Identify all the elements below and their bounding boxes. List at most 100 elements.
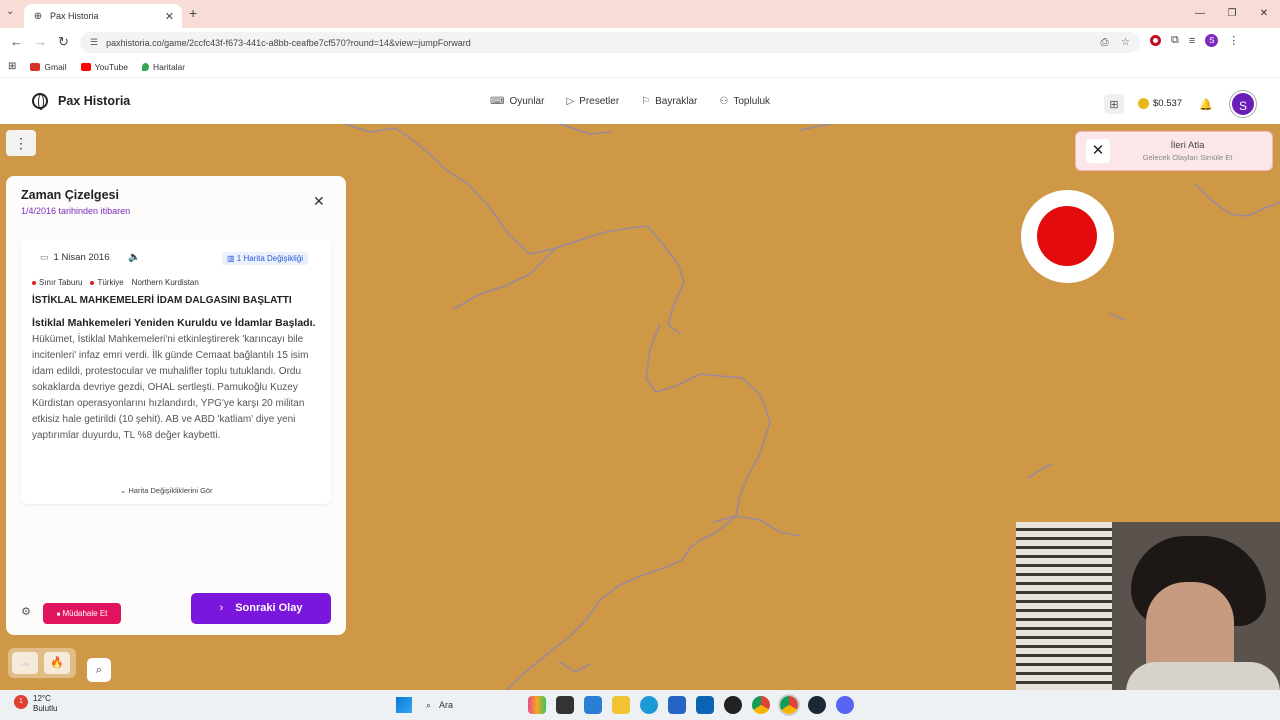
- maps-pin-icon: [142, 62, 149, 71]
- bookmark-label: YouTube: [94, 61, 128, 72]
- restore-icon[interactable]: ❐: [1216, 0, 1248, 28]
- balance-display[interactable]: $0.537: [1138, 98, 1183, 110]
- record-dot-icon: [1037, 206, 1097, 266]
- header-right: ⊞ $0.537 🔔 S: [1104, 91, 1257, 117]
- tab-search-icon[interactable]: ⌄: [6, 6, 14, 17]
- map-icon: ▥: [227, 254, 235, 263]
- bookmark-gmail[interactable]: Gmail: [30, 62, 67, 72]
- event-description: İstiklal Mahkemeleri Yeniden Kuruldu ve …: [32, 315, 318, 444]
- event-tags: Sınır Taburu Türkiye Northern Kurdistan: [32, 278, 199, 287]
- intervene-button[interactable]: ■ Müdahale Et: [43, 603, 121, 624]
- app-icon[interactable]: [724, 696, 742, 714]
- media-controls-icon[interactable]: ≡: [1189, 35, 1195, 47]
- next-event-button[interactable]: › Sonraki Olay: [191, 593, 331, 624]
- back-icon[interactable]: ←: [10, 34, 23, 49]
- panel-subtitle: 1/4/2016 tarihinden itibaren: [21, 206, 131, 216]
- users-icon: ⚇: [719, 96, 729, 107]
- tab-title: Pax Historia: [50, 11, 99, 21]
- close-window-icon[interactable]: ✕: [1248, 0, 1280, 28]
- bookmark-star-icon[interactable]: ☆: [1121, 37, 1130, 48]
- forward-icon[interactable]: →: [34, 34, 47, 49]
- window-controls: — ❐ ✕: [1184, 0, 1280, 28]
- gift-icon[interactable]: ⊞: [1104, 94, 1124, 114]
- nav-bayraklar[interactable]: ⚐ Bayraklar: [641, 96, 697, 107]
- map-change-text: 1 Harita Değişikliği: [236, 254, 304, 263]
- close-panel-icon[interactable]: ✕: [313, 193, 325, 210]
- flag-icon: ⚐: [641, 96, 651, 107]
- bell-icon[interactable]: 🔔: [1196, 94, 1216, 114]
- profile-avatar[interactable]: S: [1205, 34, 1219, 47]
- balance-value: $0.537: [1153, 98, 1183, 110]
- weather-widget[interactable]: 1 12°C Bulutlu: [14, 694, 57, 714]
- user-avatar[interactable]: S: [1230, 91, 1257, 117]
- brand-name: Pax Historia: [58, 94, 131, 108]
- file-explorer-icon[interactable]: [612, 696, 630, 714]
- edge-icon[interactable]: [640, 696, 658, 714]
- youtube-icon: [80, 62, 91, 71]
- teams-icon[interactable]: [584, 696, 602, 714]
- window-blinds: [1016, 522, 1112, 690]
- flame-icon[interactable]: 🔥: [44, 652, 70, 674]
- play-icon: ▷: [566, 96, 575, 107]
- nav-label: Oyunlar: [509, 96, 545, 107]
- nav-label: Topluluk: [733, 96, 771, 107]
- task-view-icon[interactable]: [556, 696, 574, 714]
- gamepad-icon: ⌨: [490, 96, 505, 107]
- widgets-icon[interactable]: [528, 696, 546, 714]
- tag-label: Northern Kurdistan: [131, 278, 199, 287]
- weather-icon: 1: [14, 695, 28, 709]
- nav-topluluk[interactable]: ⚇ Topluluk: [719, 96, 770, 107]
- install-app-icon[interactable]: ⎙: [1101, 37, 1109, 48]
- chevron-right-icon: ›: [219, 602, 224, 614]
- see-map-changes-link[interactable]: ⌄ Harita Değişikliklerini Gör: [120, 486, 213, 495]
- discord-icon[interactable]: [836, 696, 854, 714]
- speaker-icon[interactable]: 🔈: [128, 252, 140, 263]
- bookmark-youtube[interactable]: YouTube: [80, 61, 128, 72]
- site-info-icon[interactable]: ☰: [90, 37, 98, 48]
- bookmark-label: Haritalar: [153, 61, 186, 72]
- bookmark-haritalar[interactable]: Haritalar: [142, 62, 185, 72]
- map-search-icon[interactable]: ⌕: [87, 658, 111, 682]
- settings-gear-icon[interactable]: ⚙: [18, 605, 34, 621]
- cloud-icon[interactable]: ☁: [12, 652, 38, 674]
- nav-label: Presetler: [579, 96, 620, 107]
- map-change-badge[interactable]: ▥ 1 Harita Değişikliği: [222, 252, 309, 265]
- minimize-icon[interactable]: —: [1184, 0, 1216, 28]
- brand-logo[interactable]: Pax Historia: [32, 93, 131, 110]
- chrome-menu-icon[interactable]: ⋮: [1228, 34, 1239, 47]
- event-date: ▭ 1 Nisan 2016: [40, 252, 110, 263]
- stop-icon: ■: [56, 612, 61, 618]
- extensions-puzzle-icon[interactable]: ⧉: [1171, 34, 1179, 47]
- close-icon[interactable]: ✕: [1086, 139, 1110, 163]
- nav-oyunlar[interactable]: ⌨ Oyunlar: [490, 96, 544, 107]
- windows-start-icon[interactable]: [396, 697, 412, 713]
- steam-icon[interactable]: [808, 696, 826, 714]
- globe-icon: ⊕: [33, 10, 43, 22]
- chrome-active-icon[interactable]: [778, 694, 800, 716]
- apps-grid-icon[interactable]: ⊞: [8, 61, 16, 72]
- intervene-label: Müdahale Et: [62, 609, 108, 618]
- outlook-icon[interactable]: [696, 696, 714, 714]
- nav-presetler[interactable]: ▷ Presetler: [566, 96, 619, 107]
- temperature: 12°C: [33, 694, 51, 703]
- chrome-icon[interactable]: [752, 696, 770, 714]
- close-tab-icon[interactable]: ✕: [165, 10, 174, 23]
- nav-label: Bayraklar: [655, 96, 698, 107]
- opera-extension-icon[interactable]: [1150, 35, 1161, 46]
- search-label: Ara: [439, 700, 454, 710]
- taskbar-search[interactable]: ⌕ Ara: [422, 695, 518, 715]
- map-menu-button[interactable]: ⋮: [6, 130, 36, 156]
- tag-item: Northern Kurdistan: [132, 278, 199, 287]
- new-tab-icon[interactable]: +: [189, 5, 197, 21]
- tag-item: Sınır Taburu: [32, 278, 82, 287]
- chevron-down-icon: ⌄: [120, 486, 127, 495]
- see-map-changes-label: Harita Değişikliklerini Gör: [128, 486, 213, 495]
- address-bar[interactable]: ☰ paxhistoria.co/game/2ccfc43f-f673-441c…: [80, 32, 1140, 53]
- store-icon[interactable]: [668, 696, 686, 714]
- gmail-icon: [30, 62, 41, 71]
- tag-label: Sınır Taburu: [39, 278, 83, 287]
- person-body: [1126, 662, 1280, 690]
- webcam-overlay: [1016, 522, 1280, 690]
- browser-tab[interactable]: ⊕ Pax Historia ✕: [24, 4, 182, 28]
- reload-icon[interactable]: ↻: [58, 34, 69, 50]
